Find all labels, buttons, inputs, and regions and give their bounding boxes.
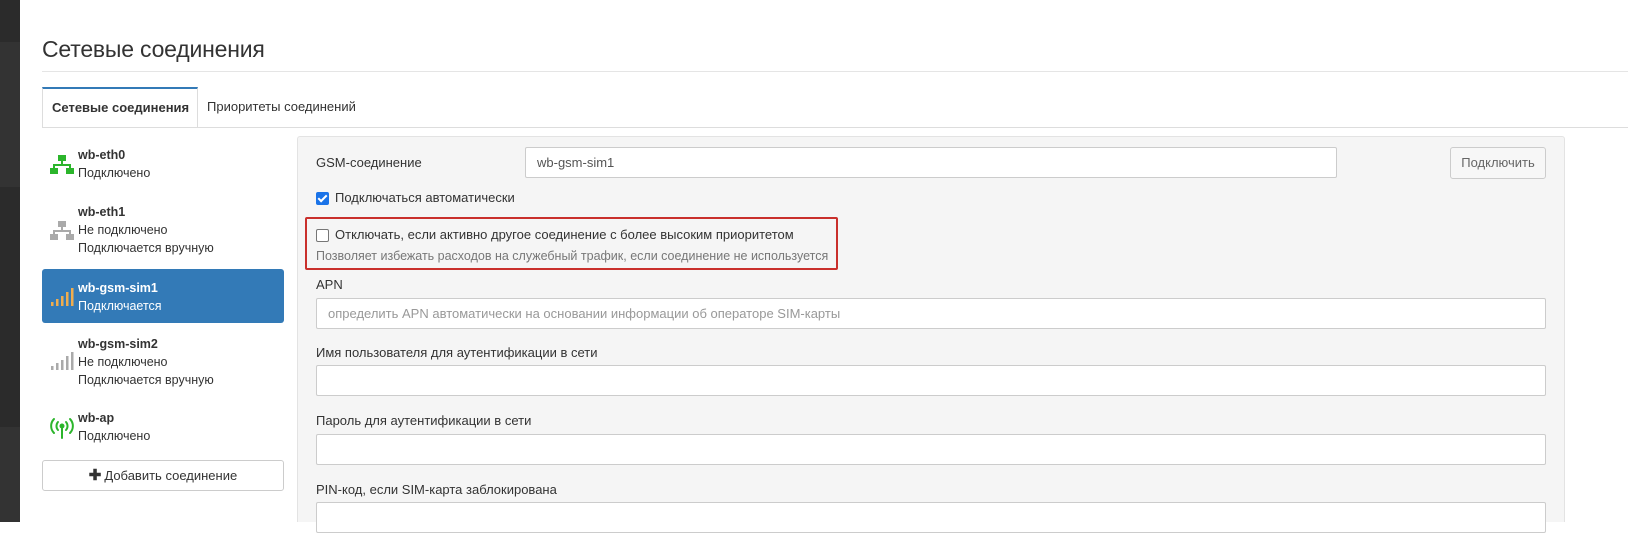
connection-mode: Подключается вручную <box>78 373 214 387</box>
connection-status: Не подключено <box>78 355 168 369</box>
connection-name: wb-gsm-sim1 <box>78 281 158 295</box>
username-input[interactable] <box>316 365 1546 396</box>
connection-item-wb-gsm-sim1[interactable]: wb-gsm-sim1 Подключается <box>42 269 284 323</box>
add-connection-button[interactable]: ✚ Добавить соединение <box>42 460 284 491</box>
wifi-antenna-icon <box>50 418 74 439</box>
username-label: Имя пользователя для аутентификации в се… <box>316 345 598 360</box>
title-divider <box>42 71 1628 72</box>
apn-label: APN <box>316 277 343 292</box>
ethernet-icon <box>50 155 74 174</box>
pin-input[interactable] <box>316 502 1546 533</box>
connection-name: wb-ap <box>78 411 115 425</box>
disconnect-on-priority-checkbox[interactable] <box>316 229 329 242</box>
connection-item-wb-ap[interactable]: wb-ap Подключено <box>42 409 284 449</box>
signal-bars-icon <box>51 352 74 370</box>
connection-status: Не подключено <box>78 223 168 237</box>
connection-item-wb-eth0[interactable]: wb-eth0 Подключено <box>42 146 284 186</box>
connection-name: wb-gsm-sim2 <box>78 337 158 351</box>
add-connection-label: Добавить соединение <box>104 468 238 483</box>
tab-connection-priorities[interactable]: Приоритеты соединений <box>198 87 365 128</box>
app-sidebar-strip <box>0 0 20 522</box>
connection-item-wb-gsm-sim2[interactable]: wb-gsm-sim2 Не подключено Подключается в… <box>42 335 284 393</box>
plus-icon: ✚ <box>88 467 102 484</box>
page-title: Сетевые соединения <box>42 36 265 62</box>
connection-status: Подключено <box>78 166 151 180</box>
gsm-connection-name-input[interactable]: wb-gsm-sim1 <box>525 147 1337 178</box>
password-label: Пароль для аутентификации в сети <box>316 413 532 428</box>
password-input[interactable] <box>316 434 1546 465</box>
ethernet-icon <box>50 221 74 240</box>
connection-name: wb-eth0 <box>78 148 126 162</box>
auto-connect-checkbox[interactable] <box>316 192 329 205</box>
connection-item-wb-eth1[interactable]: wb-eth1 Не подключено Подключается вручн… <box>42 203 284 261</box>
connection-settings-panel: GSM-соединение wb-gsm-sim1 Подключить По… <box>297 136 1565 533</box>
connection-status: Подключается <box>78 299 162 313</box>
tab-network-connections[interactable]: Сетевые соединения <box>42 87 198 128</box>
tabs-divider <box>42 127 1628 128</box>
disconnect-help-text: Позволяет избежать расходов на служебный… <box>316 249 829 263</box>
connection-status: Подключено <box>78 429 151 443</box>
gsm-connection-label: GSM-соединение <box>316 155 422 170</box>
pin-label: PIN-код, если SIM-карта заблокирована <box>316 482 557 497</box>
signal-bars-icon <box>51 288 74 306</box>
auto-connect-label: Подключаться автоматически <box>335 190 515 205</box>
connection-mode: Подключается вручную <box>78 241 214 255</box>
connect-button[interactable]: Подключить <box>1450 147 1546 179</box>
apn-input[interactable]: определить APN автоматически на основани… <box>316 298 1546 329</box>
connection-name: wb-eth1 <box>78 205 126 219</box>
disconnect-on-priority-label: Отключать, если активно другое соединени… <box>335 227 794 242</box>
